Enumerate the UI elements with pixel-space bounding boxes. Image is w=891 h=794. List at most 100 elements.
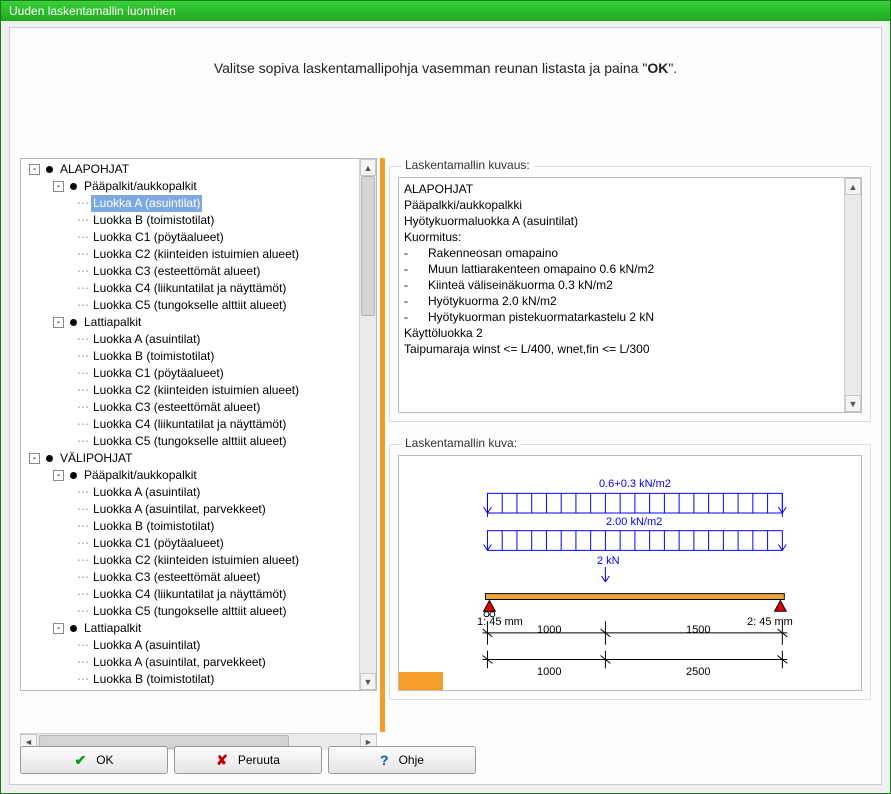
tree-leaf[interactable]: ⋯Luokka C5 (tungokselle alttiit alueet) (21, 603, 359, 620)
expander-icon[interactable]: - (53, 181, 64, 192)
tree-node-label: VÄLIPOHJAT (58, 450, 134, 467)
bullet-icon (70, 472, 77, 479)
description-line: - Muun lattiarakenteen omapaino 0.6 kN/m… (404, 261, 856, 277)
instruction-bold: OK (647, 60, 668, 76)
tree-leaf[interactable]: ⋯Luokka C1 (pöytäalueet) (21, 365, 359, 382)
leaf-connector-icon: ⋯ (77, 603, 91, 620)
titlebar: Uuden laskentamallin luominen (1, 1, 890, 21)
dim-bot-right: 2500 (686, 666, 710, 678)
description-textarea[interactable]: ALAPOHJATPääpalkki/aukkopalkkiHyötykuorm… (398, 177, 862, 413)
leaf-connector-icon: ⋯ (77, 263, 91, 280)
description-line: - Hyötykuorman pistekuormatarkastelu 2 k… (404, 309, 856, 325)
scroll-up-icon[interactable]: ▲ (360, 159, 376, 176)
tree-leaf[interactable]: ⋯Luokka A (asuintilat) (21, 637, 359, 654)
bullet-icon (46, 166, 53, 173)
instruction-prefix: Valitse sopiva laskentamallipohja vasemm… (214, 60, 648, 76)
leaf-connector-icon: ⋯ (77, 552, 91, 569)
tree-vscrollbar[interactable]: ▲ ▼ (359, 159, 376, 690)
right-support-label: 2: 45 mm (747, 616, 793, 628)
tree-leaf[interactable]: ⋯Luokka B (toimistotilat) (21, 212, 359, 229)
tree-leaf[interactable]: ⋯Luokka A (asuintilat, parvekkeet) (21, 501, 359, 518)
tree-node-label: Luokka C1 (pöytäalueet) (91, 535, 226, 552)
ok-button[interactable]: ✔ OK (20, 746, 168, 774)
dialog-window: Uuden laskentamallin luominen Valitse so… (0, 0, 891, 794)
tree-leaf[interactable]: ⋯Luokka A (asuintilat) (21, 195, 359, 212)
tree-node-label: Luokka A (asuintilat, parvekkeet) (91, 501, 268, 518)
splitter[interactable] (380, 158, 385, 732)
tree-leaf[interactable]: ⋯Luokka C4 (liikuntatilat ja näyttämöt) (21, 586, 359, 603)
image-group: Laskentamallin kuva: (389, 436, 871, 700)
question-icon: ? (380, 752, 389, 768)
tree-node-label: Luokka B (toimistotilat) (91, 518, 216, 535)
tree-node-label: Luokka C4 (liikuntatilat ja näyttämöt) (91, 416, 288, 433)
load2-label: 2.00 kN/m2 (606, 516, 662, 528)
tree-branch[interactable]: - Pääpalkit/aukkopalkit (21, 178, 359, 195)
tree-branch[interactable]: -ALAPOHJAT (21, 161, 359, 178)
tree-leaf[interactable]: ⋯Luokka C2 (kiinteiden istuimien alueet) (21, 382, 359, 399)
tree-leaf[interactable]: ⋯Luokka C5 (tungokselle alttiit alueet) (21, 297, 359, 314)
tree-leaf[interactable]: ⋯Luokka C3 (esteettömät alueet) (21, 569, 359, 586)
leaf-connector-icon: ⋯ (77, 297, 91, 314)
check-icon: ✔ (74, 752, 86, 769)
tree-branch[interactable]: - VÄLIPOHJAT (21, 450, 359, 467)
tree-branch[interactable]: -Pääpalkit/aukkopalkit (21, 467, 359, 484)
cancel-button[interactable]: ✘ Peruuta (174, 746, 322, 774)
scroll-down-icon[interactable]: ▼ (845, 395, 861, 412)
tree-node-label: Luokka C3 (esteettömät alueet) (91, 263, 262, 280)
tree-leaf[interactable]: ⋯Luokka B (toimistotilat) (21, 518, 359, 535)
desc-vscrollbar[interactable]: ▲ ▼ (844, 178, 861, 412)
expander-icon[interactable]: - (29, 453, 40, 464)
instruction-text: Valitse sopiva laskentamallipohja vasemm… (10, 28, 881, 108)
description-line: Käyttöluokka 2 (404, 325, 856, 341)
tree-node-label: Luokka B (toimistotilat) (91, 212, 216, 229)
logo-stripe (399, 672, 443, 690)
tree-leaf[interactable]: ⋯Luokka C1 (pöytäalueet) (21, 535, 359, 552)
leaf-connector-icon: ⋯ (77, 586, 91, 603)
expander-icon[interactable]: - (53, 470, 64, 481)
scroll-down-icon[interactable]: ▼ (360, 673, 376, 690)
tree-leaf[interactable]: ⋯Luokka B (toimistotilat) (21, 671, 359, 688)
image-group-title: Laskentamallin kuva: (401, 436, 521, 450)
tree-node-label: Luokka C3 (esteettömät alueet) (91, 399, 262, 416)
expander-icon[interactable]: - (29, 164, 40, 175)
tree-leaf[interactable]: ⋯Luokka C4 (liikuntatilat ja näyttämöt) (21, 416, 359, 433)
tree-leaf[interactable]: ⋯Luokka C4 (liikuntatilat ja näyttämöt) (21, 280, 359, 297)
tree-leaf[interactable]: ⋯Luokka C3 (esteettömät alueet) (21, 399, 359, 416)
tree-leaf[interactable]: ⋯Luokka C5 (tungokselle alttiit alueet) (21, 433, 359, 450)
description-line: - Kiinteä väliseinäkuorma 0.3 kN/m2 (404, 277, 856, 293)
scroll-up-icon[interactable]: ▲ (845, 178, 861, 195)
leaf-connector-icon: ⋯ (77, 382, 91, 399)
scroll-thumb[interactable] (361, 176, 375, 316)
tree-branch[interactable]: -Lattiapalkit (21, 620, 359, 637)
leaf-connector-icon: ⋯ (77, 569, 91, 586)
tree-leaf[interactable]: ⋯Luokka A (asuintilat) (21, 331, 359, 348)
tree-node-label: Pääpalkit/aukkopalkit (82, 178, 199, 195)
tree-leaf[interactable]: ⋯Luokka A (asuintilat) (21, 484, 359, 501)
leaf-connector-icon: ⋯ (77, 518, 91, 535)
expander-icon[interactable]: - (53, 317, 64, 328)
expander-icon[interactable]: - (53, 623, 64, 634)
bullet-icon (70, 319, 77, 326)
tree-leaf[interactable]: ⋯Luokka A (asuintilat, parvekkeet) (21, 654, 359, 671)
tree-leaf[interactable]: ⋯Luokka C2 (kiinteiden istuimien alueet) (21, 552, 359, 569)
tree-node-label: Luokka C4 (liikuntatilat ja näyttämöt) (91, 280, 288, 297)
tree-node-label: Luokka A (asuintilat) (91, 195, 202, 212)
tree-node-label: Luokka B (toimistotilat) (91, 671, 216, 688)
description-line: ALAPOHJAT (404, 181, 856, 197)
tree-node-label: Luokka A (asuintilat) (91, 637, 202, 654)
tree-node-label: Luokka B (toimistotilat) (91, 348, 216, 365)
dim-top-left: 1000 (537, 624, 561, 636)
content-split: -ALAPOHJAT-Pääpalkit/aukkopalkit⋯Luokka … (20, 158, 871, 732)
tree-branch[interactable]: -Lattiapalkit (21, 314, 359, 331)
tree-leaf[interactable]: ⋯Luokka C1 (pöytäalueet) (21, 229, 359, 246)
template-tree[interactable]: -ALAPOHJAT-Pääpalkit/aukkopalkit⋯Luokka … (20, 158, 377, 691)
tree-leaf[interactable]: ⋯Luokka B (toimistotilat) (21, 348, 359, 365)
help-button[interactable]: ? Ohje (328, 746, 476, 774)
tree-node-label: Luokka A (asuintilat) (91, 331, 202, 348)
bullet-icon (70, 625, 77, 632)
tree-leaf[interactable]: ⋯Luokka C3 (esteettömät alueet) (21, 263, 359, 280)
leaf-connector-icon: ⋯ (77, 535, 91, 552)
tree-leaf[interactable]: ⋯Luokka C2 (kiinteiden istuimien alueet) (21, 246, 359, 263)
tree-node-label: Luokka C5 (tungokselle alttiit alueet) (91, 603, 288, 620)
leaf-connector-icon: ⋯ (77, 501, 91, 518)
